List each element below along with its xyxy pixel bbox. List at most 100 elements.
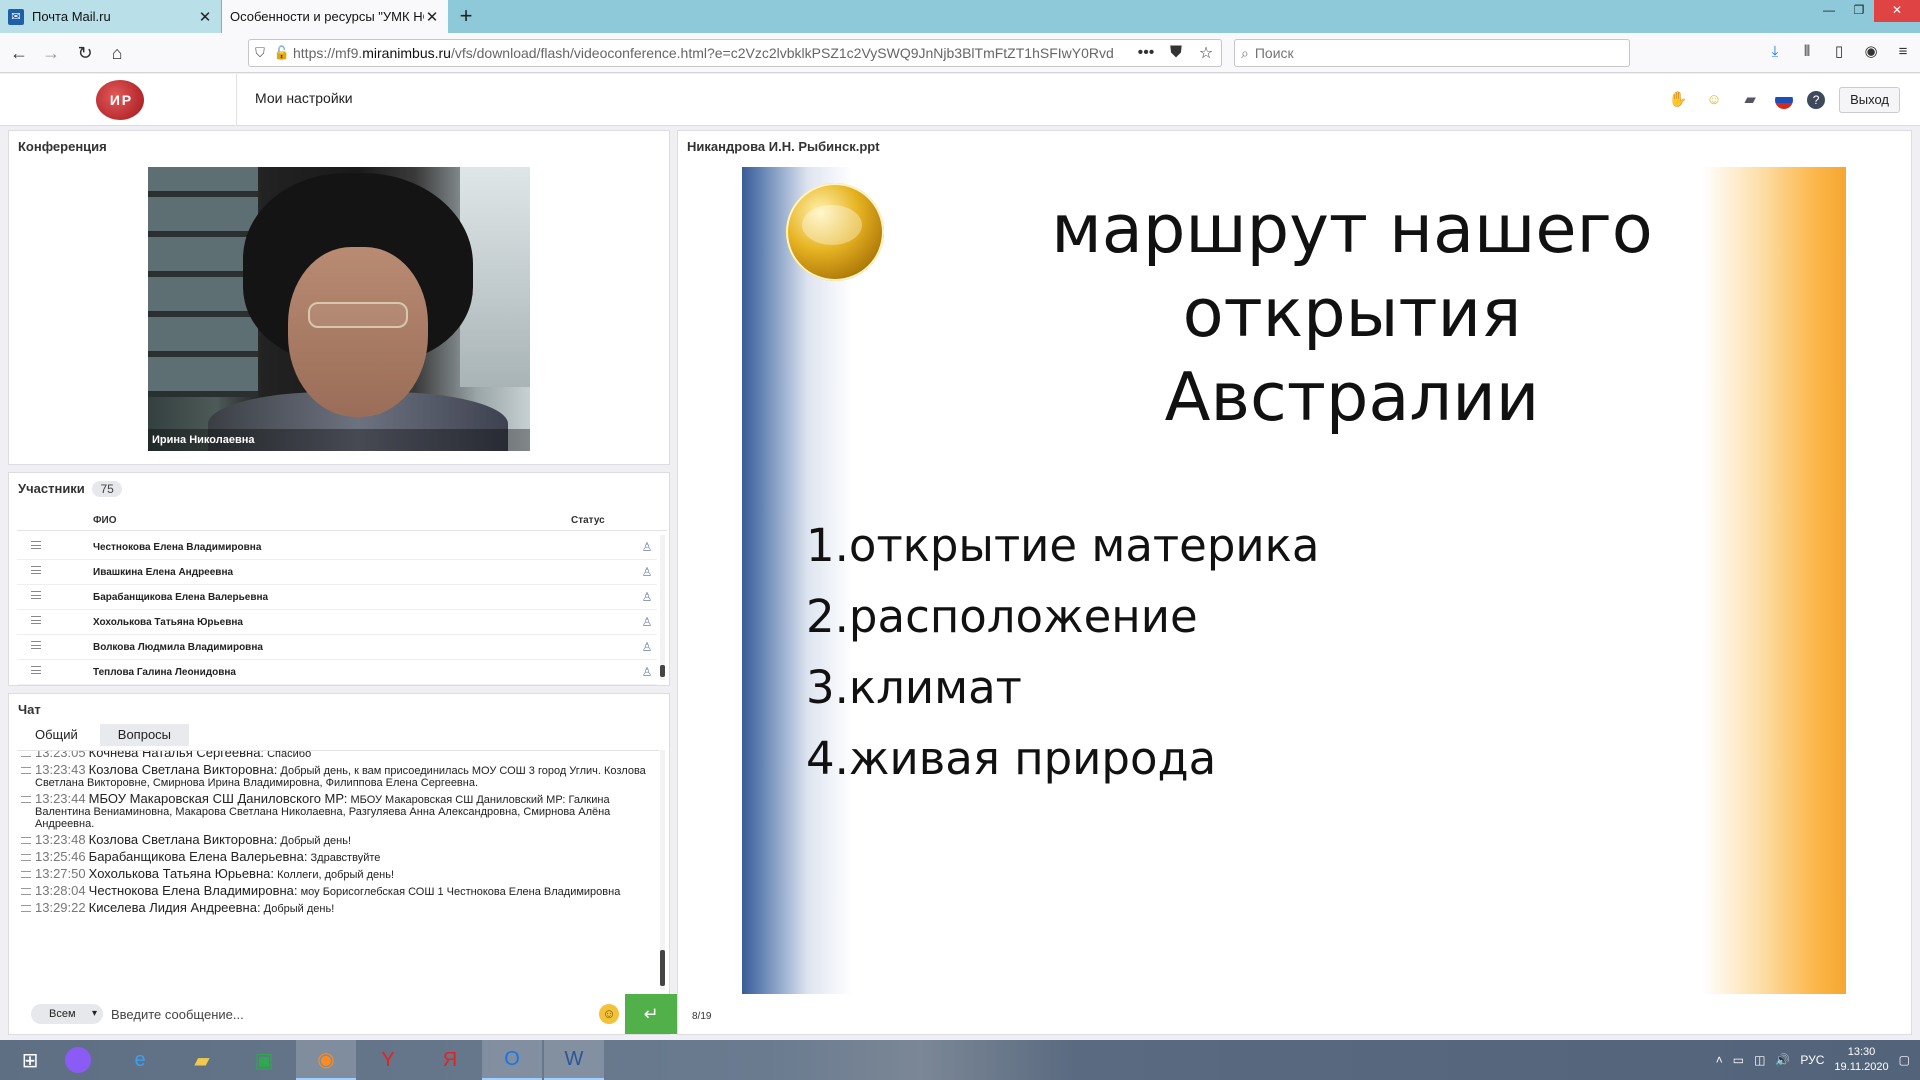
window-controls: — ❐ ✕	[1814, 0, 1920, 22]
tab-general[interactable]: Общий	[17, 724, 96, 746]
minimize-icon[interactable]: —	[1814, 0, 1844, 22]
yandex-browser-icon[interactable]: Y	[358, 1040, 418, 1080]
emoji-icon[interactable]: ☺	[599, 1004, 619, 1024]
scroll-thumb[interactable]	[660, 665, 665, 677]
user-status-icon: ♙	[641, 590, 653, 604]
maximize-icon[interactable]: ❐	[1844, 0, 1874, 22]
notification-icon[interactable]: ▢	[1899, 1053, 1910, 1067]
new-tab-button[interactable]: +	[453, 4, 479, 30]
presentation-filename: Никандрова И.Н. Рыбинск.ppt	[687, 139, 880, 154]
store-icon[interactable]: ▣	[234, 1040, 294, 1080]
app-root: ✉ Почта Mail.ru ✕ Особенности и ресурсы …	[0, 0, 1920, 1080]
outlook-icon[interactable]: O	[482, 1040, 542, 1080]
participants-title: Участники 75	[9, 473, 669, 505]
ie-icon[interactable]: e	[110, 1040, 170, 1080]
folder-icon[interactable]: ▰	[1739, 89, 1761, 111]
tab-questions[interactable]: Вопросы	[99, 724, 190, 746]
search-input[interactable]	[1254, 45, 1595, 61]
slide-list-item: 2.расположение	[806, 590, 1198, 643]
window-close-icon[interactable]: ✕	[1874, 0, 1920, 22]
chat-scrollbar[interactable]	[660, 750, 665, 990]
reload-button[interactable]: ↻	[72, 40, 98, 66]
user-status-icon: ♙	[641, 665, 653, 679]
participant-name: Барабанщикова Елена Валерьевна	[93, 592, 269, 603]
send-button[interactable]: ↵	[625, 994, 677, 1034]
globe-icon	[786, 183, 884, 281]
shield-icon[interactable]: ⛉	[249, 45, 271, 61]
home-button[interactable]: ⌂	[104, 40, 130, 66]
firefox-icon[interactable]: ◉	[296, 1040, 356, 1080]
chat-panel: Чат Общий Вопросы 13:23:05 Кочнева Натал…	[8, 693, 677, 1035]
word-icon[interactable]: W	[544, 1040, 604, 1080]
slide-page-counter: 8/19	[692, 1011, 712, 1022]
assistant-icon[interactable]	[48, 1040, 108, 1080]
presentation-panel: Никандрова И.Н. Рыбинск.ppt маршрут наше…	[677, 130, 1912, 1035]
keyboard-language[interactable]: РУС	[1800, 1053, 1824, 1067]
user-status-icon: ♙	[641, 540, 653, 554]
app-logo[interactable]: И Р	[96, 80, 144, 120]
tray-wifi-icon[interactable]: ◫	[1754, 1053, 1765, 1067]
table-row[interactable]: Честнокова Елена Владимировна ♙	[17, 535, 657, 560]
drag-handle-icon[interactable]	[31, 566, 41, 574]
address-bar[interactable]: ⛉ 🔓 https://mf9.miranimbus.ru/vfs/downlo…	[248, 39, 1222, 67]
conference-title: Конференция	[18, 139, 107, 154]
back-button[interactable]: ←	[6, 40, 32, 66]
library-icon[interactable]: ⫴	[1796, 41, 1818, 63]
drag-handle-icon[interactable]	[31, 616, 41, 624]
lock-icon[interactable]: 🔓	[271, 45, 293, 61]
message-input[interactable]	[111, 1002, 581, 1026]
drag-handle-icon[interactable]	[31, 641, 41, 649]
bookmark-star-icon[interactable]: ☆	[1191, 43, 1221, 63]
account-icon[interactable]: ◉	[1860, 41, 1882, 63]
tab-conference[interactable]: Особенности и ресурсы "УМК НО ✕	[222, 0, 448, 33]
table-row[interactable]: Волкова Людмила Владимировна ♙	[17, 635, 657, 660]
pocket-icon[interactable]: ⛊	[1161, 44, 1191, 62]
chat-message: 13:27:50 Хохолькова Татьяна Юрьевна: Кол…	[17, 866, 659, 881]
raise-hand-icon[interactable]: ✋	[1667, 89, 1689, 111]
drag-handle-icon[interactable]	[31, 541, 41, 549]
table-row[interactable]: Теплова Галина Леонидовна ♙	[17, 660, 657, 685]
tray-arrow-icon[interactable]: ˄	[1716, 1053, 1723, 1067]
address-text[interactable]: https://mf9.miranimbus.ru/vfs/download/f…	[293, 45, 1131, 61]
table-row[interactable]: Ивашкина Елена Андреевна ♙	[17, 560, 657, 585]
message-author: Хохолькова Татьяна Юрьевна:	[88, 866, 274, 881]
my-settings-link[interactable]: Мои настройки	[255, 90, 353, 106]
forward-button[interactable]: →	[38, 40, 64, 66]
search-icon: ⌕	[1241, 44, 1249, 61]
system-clock[interactable]: 13:30 19.11.2020	[1834, 1045, 1888, 1075]
video-feed[interactable]: Ирина Николаевна	[148, 167, 530, 451]
message-time: 13:23:44	[35, 791, 86, 806]
language-flag-icon[interactable]	[1775, 91, 1794, 109]
exit-button[interactable]: Выход	[1839, 87, 1900, 113]
page-actions-icon[interactable]: •••	[1131, 44, 1161, 62]
column-status-header[interactable]: Статус	[571, 515, 605, 526]
participants-scrollbar[interactable]	[660, 535, 665, 680]
tab-close-icon[interactable]: ✕	[197, 8, 213, 26]
menu-icon[interactable]: ≡	[1892, 41, 1914, 63]
help-icon[interactable]: ?	[1807, 91, 1826, 109]
drag-handle-icon[interactable]	[31, 666, 41, 674]
explorer-icon[interactable]: ▰	[172, 1040, 232, 1080]
table-row[interactable]: Хохолькова Татьяна Юрьевна ♙	[17, 610, 657, 635]
tray-network-icon[interactable]: ▭	[1733, 1053, 1744, 1067]
message-author: Честнокова Елена Владимировна:	[88, 883, 298, 898]
download-icon[interactable]: ⤓	[1764, 41, 1786, 63]
sidebar-icon[interactable]: ▯	[1828, 41, 1850, 63]
tray-volume-icon[interactable]: 🔊	[1775, 1053, 1790, 1067]
smiley-icon[interactable]: ☺	[1703, 89, 1725, 111]
message-text: Здравствуйте	[310, 852, 381, 864]
recipient-select[interactable]: Всем	[31, 1004, 103, 1024]
column-name-header[interactable]: ФИО	[93, 515, 117, 526]
chat-log[interactable]: 13:23:05 Кочнева Наталья Сергеевна: Спас…	[17, 750, 659, 990]
tab-mail[interactable]: ✉ Почта Mail.ru ✕	[0, 0, 222, 33]
user-status-icon: ♙	[641, 565, 653, 579]
chat-message: 13:23:05 Кочнева Наталья Сергеевна: Спас…	[17, 751, 659, 760]
drag-handle-icon[interactable]	[31, 591, 41, 599]
yandex-icon[interactable]: Я	[420, 1040, 480, 1080]
participant-name: Честнокова Елена Владимировна	[93, 542, 262, 553]
scroll-thumb[interactable]	[660, 950, 665, 986]
search-box[interactable]: ⌕	[1234, 39, 1630, 67]
table-row[interactable]: Барабанщикова Елена Валерьевна ♙	[17, 585, 657, 610]
slide-canvas[interactable]: маршрут нашего открытия Австралии 1.откр…	[742, 167, 1846, 994]
tab-close-icon[interactable]: ✕	[424, 8, 440, 26]
